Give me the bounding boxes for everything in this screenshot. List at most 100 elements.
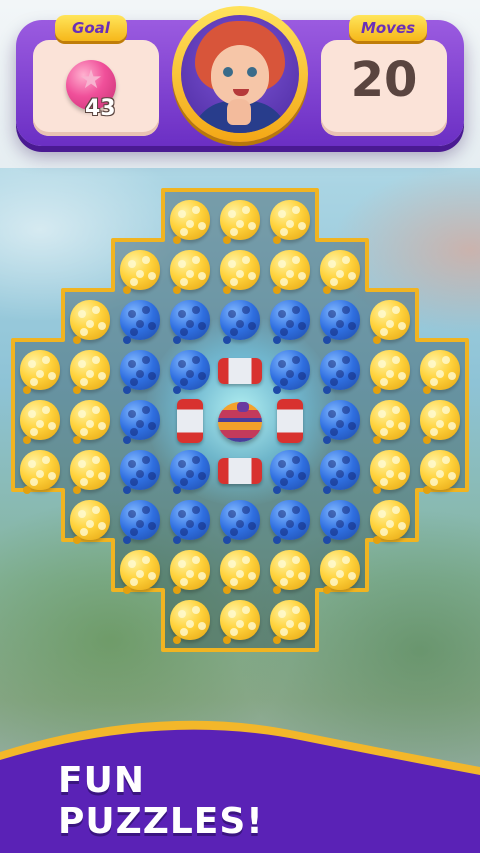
vertical-rocket-piece[interactable]: [165, 396, 215, 446]
balloon-spot: [48, 422, 56, 430]
balloon-knot: [373, 536, 381, 544]
balloon-spot: [186, 570, 194, 578]
yellow-balloon-piece[interactable]: [315, 246, 365, 296]
yellow-balloon-piece[interactable]: [165, 546, 215, 596]
balloon-knot: [423, 436, 431, 444]
yellow-balloon-icon: [320, 250, 360, 294]
yellow-balloon-piece[interactable]: [265, 596, 315, 646]
balloon-spot: [348, 322, 356, 330]
horizontal-rocket-piece[interactable]: [215, 446, 265, 496]
balloon-spot: [198, 372, 206, 380]
yellow-balloon-piece[interactable]: [265, 546, 315, 596]
yellow-balloon-piece[interactable]: [215, 246, 265, 296]
yellow-balloon-piece[interactable]: [15, 446, 65, 496]
blue-balloon-piece[interactable]: [115, 296, 165, 346]
yellow-balloon-piece[interactable]: [65, 446, 115, 496]
blue-balloon-piece[interactable]: [115, 446, 165, 496]
horizontal-rocket-piece[interactable]: [215, 346, 265, 396]
yellow-balloon-piece[interactable]: [365, 496, 415, 546]
blue-balloon-piece[interactable]: [165, 446, 215, 496]
blue-balloon-icon: [170, 450, 210, 494]
blue-balloon-piece[interactable]: [115, 346, 165, 396]
balloon-spot: [386, 420, 394, 428]
blue-balloon-piece[interactable]: [265, 446, 315, 496]
yellow-balloon-piece[interactable]: [165, 596, 215, 646]
blue-balloon-piece[interactable]: [165, 296, 215, 346]
balloon-spot: [398, 422, 406, 430]
blue-balloon-piece[interactable]: [115, 396, 165, 446]
blue-balloon-icon: [170, 350, 210, 394]
bomb-piece[interactable]: [215, 396, 265, 446]
balloon-spot: [242, 556, 250, 564]
yellow-balloon-icon: [70, 500, 110, 544]
balloon-spot: [80, 478, 88, 486]
balloon-spot: [30, 428, 38, 436]
yellow-balloon-piece[interactable]: [315, 546, 365, 596]
yellow-balloon-piece[interactable]: [415, 346, 465, 396]
blue-balloon-piece[interactable]: [315, 396, 365, 446]
blue-balloon-piece[interactable]: [315, 346, 365, 396]
balloon-spot: [198, 322, 206, 330]
yellow-balloon-piece[interactable]: [215, 596, 265, 646]
balloon-spot: [292, 506, 300, 514]
blue-balloon-piece[interactable]: [265, 346, 315, 396]
balloon-spot: [236, 220, 244, 228]
blue-balloon-piece[interactable]: [165, 496, 215, 546]
blue-balloon-piece[interactable]: [315, 496, 365, 546]
blue-balloon-piece[interactable]: [265, 496, 315, 546]
balloon-spot: [242, 606, 250, 614]
balloon-spot: [330, 578, 338, 586]
yellow-balloon-piece[interactable]: [15, 396, 65, 446]
yellow-balloon-piece[interactable]: [365, 296, 415, 346]
vertical-rocket-icon: [177, 399, 203, 443]
yellow-balloon-piece[interactable]: [265, 246, 315, 296]
balloon-spot: [28, 360, 36, 368]
yellow-balloon-piece[interactable]: [65, 496, 115, 546]
balloon-spot: [136, 520, 144, 528]
balloon-knot: [273, 236, 281, 244]
balloon-spot: [328, 260, 336, 268]
yellow-balloon-piece[interactable]: [115, 546, 165, 596]
blue-balloon-piece[interactable]: [265, 296, 315, 346]
balloon-spot: [198, 272, 206, 280]
yellow-balloon-piece[interactable]: [365, 396, 415, 446]
blue-balloon-piece[interactable]: [315, 446, 365, 496]
yellow-balloon-piece[interactable]: [15, 346, 65, 396]
balloon-spot: [92, 406, 100, 414]
balloon-spot: [342, 256, 350, 264]
balloon-spot: [298, 322, 306, 330]
yellow-balloon-piece[interactable]: [415, 446, 465, 496]
yellow-balloon-piece[interactable]: [215, 546, 265, 596]
yellow-balloon-piece[interactable]: [165, 246, 215, 296]
balloon-spot: [78, 460, 86, 468]
yellow-balloon-piece[interactable]: [165, 196, 215, 246]
blue-balloon-piece[interactable]: [115, 496, 165, 546]
balloon-spot: [86, 370, 94, 378]
blue-balloon-icon: [220, 300, 260, 344]
balloon-knot: [223, 236, 231, 244]
balloon-spot: [92, 506, 100, 514]
yellow-balloon-piece[interactable]: [65, 396, 115, 446]
balloon-spot: [248, 222, 256, 230]
yellow-balloon-piece[interactable]: [365, 346, 415, 396]
balloon-spot: [380, 528, 388, 536]
yellow-balloon-piece[interactable]: [415, 396, 465, 446]
blue-balloon-piece[interactable]: [215, 496, 265, 546]
blue-balloon-piece[interactable]: [215, 296, 265, 346]
yellow-balloon-piece[interactable]: [115, 246, 165, 296]
yellow-balloon-icon: [20, 450, 60, 494]
yellow-balloon-piece[interactable]: [215, 196, 265, 246]
yellow-balloon-piece[interactable]: [65, 346, 115, 396]
vertical-rocket-piece[interactable]: [265, 396, 315, 446]
balloon-spot: [30, 478, 38, 486]
balloon-spot: [128, 510, 136, 518]
yellow-balloon-piece[interactable]: [265, 196, 315, 246]
yellow-balloon-piece[interactable]: [365, 446, 415, 496]
balloon-spot: [130, 478, 138, 486]
yellow-balloon-piece[interactable]: [65, 296, 115, 346]
blue-balloon-icon: [270, 450, 310, 494]
balloon-spot: [178, 610, 186, 618]
blue-balloon-piece[interactable]: [315, 296, 365, 346]
blue-balloon-piece[interactable]: [165, 346, 215, 396]
yellow-balloon-icon: [270, 200, 310, 244]
